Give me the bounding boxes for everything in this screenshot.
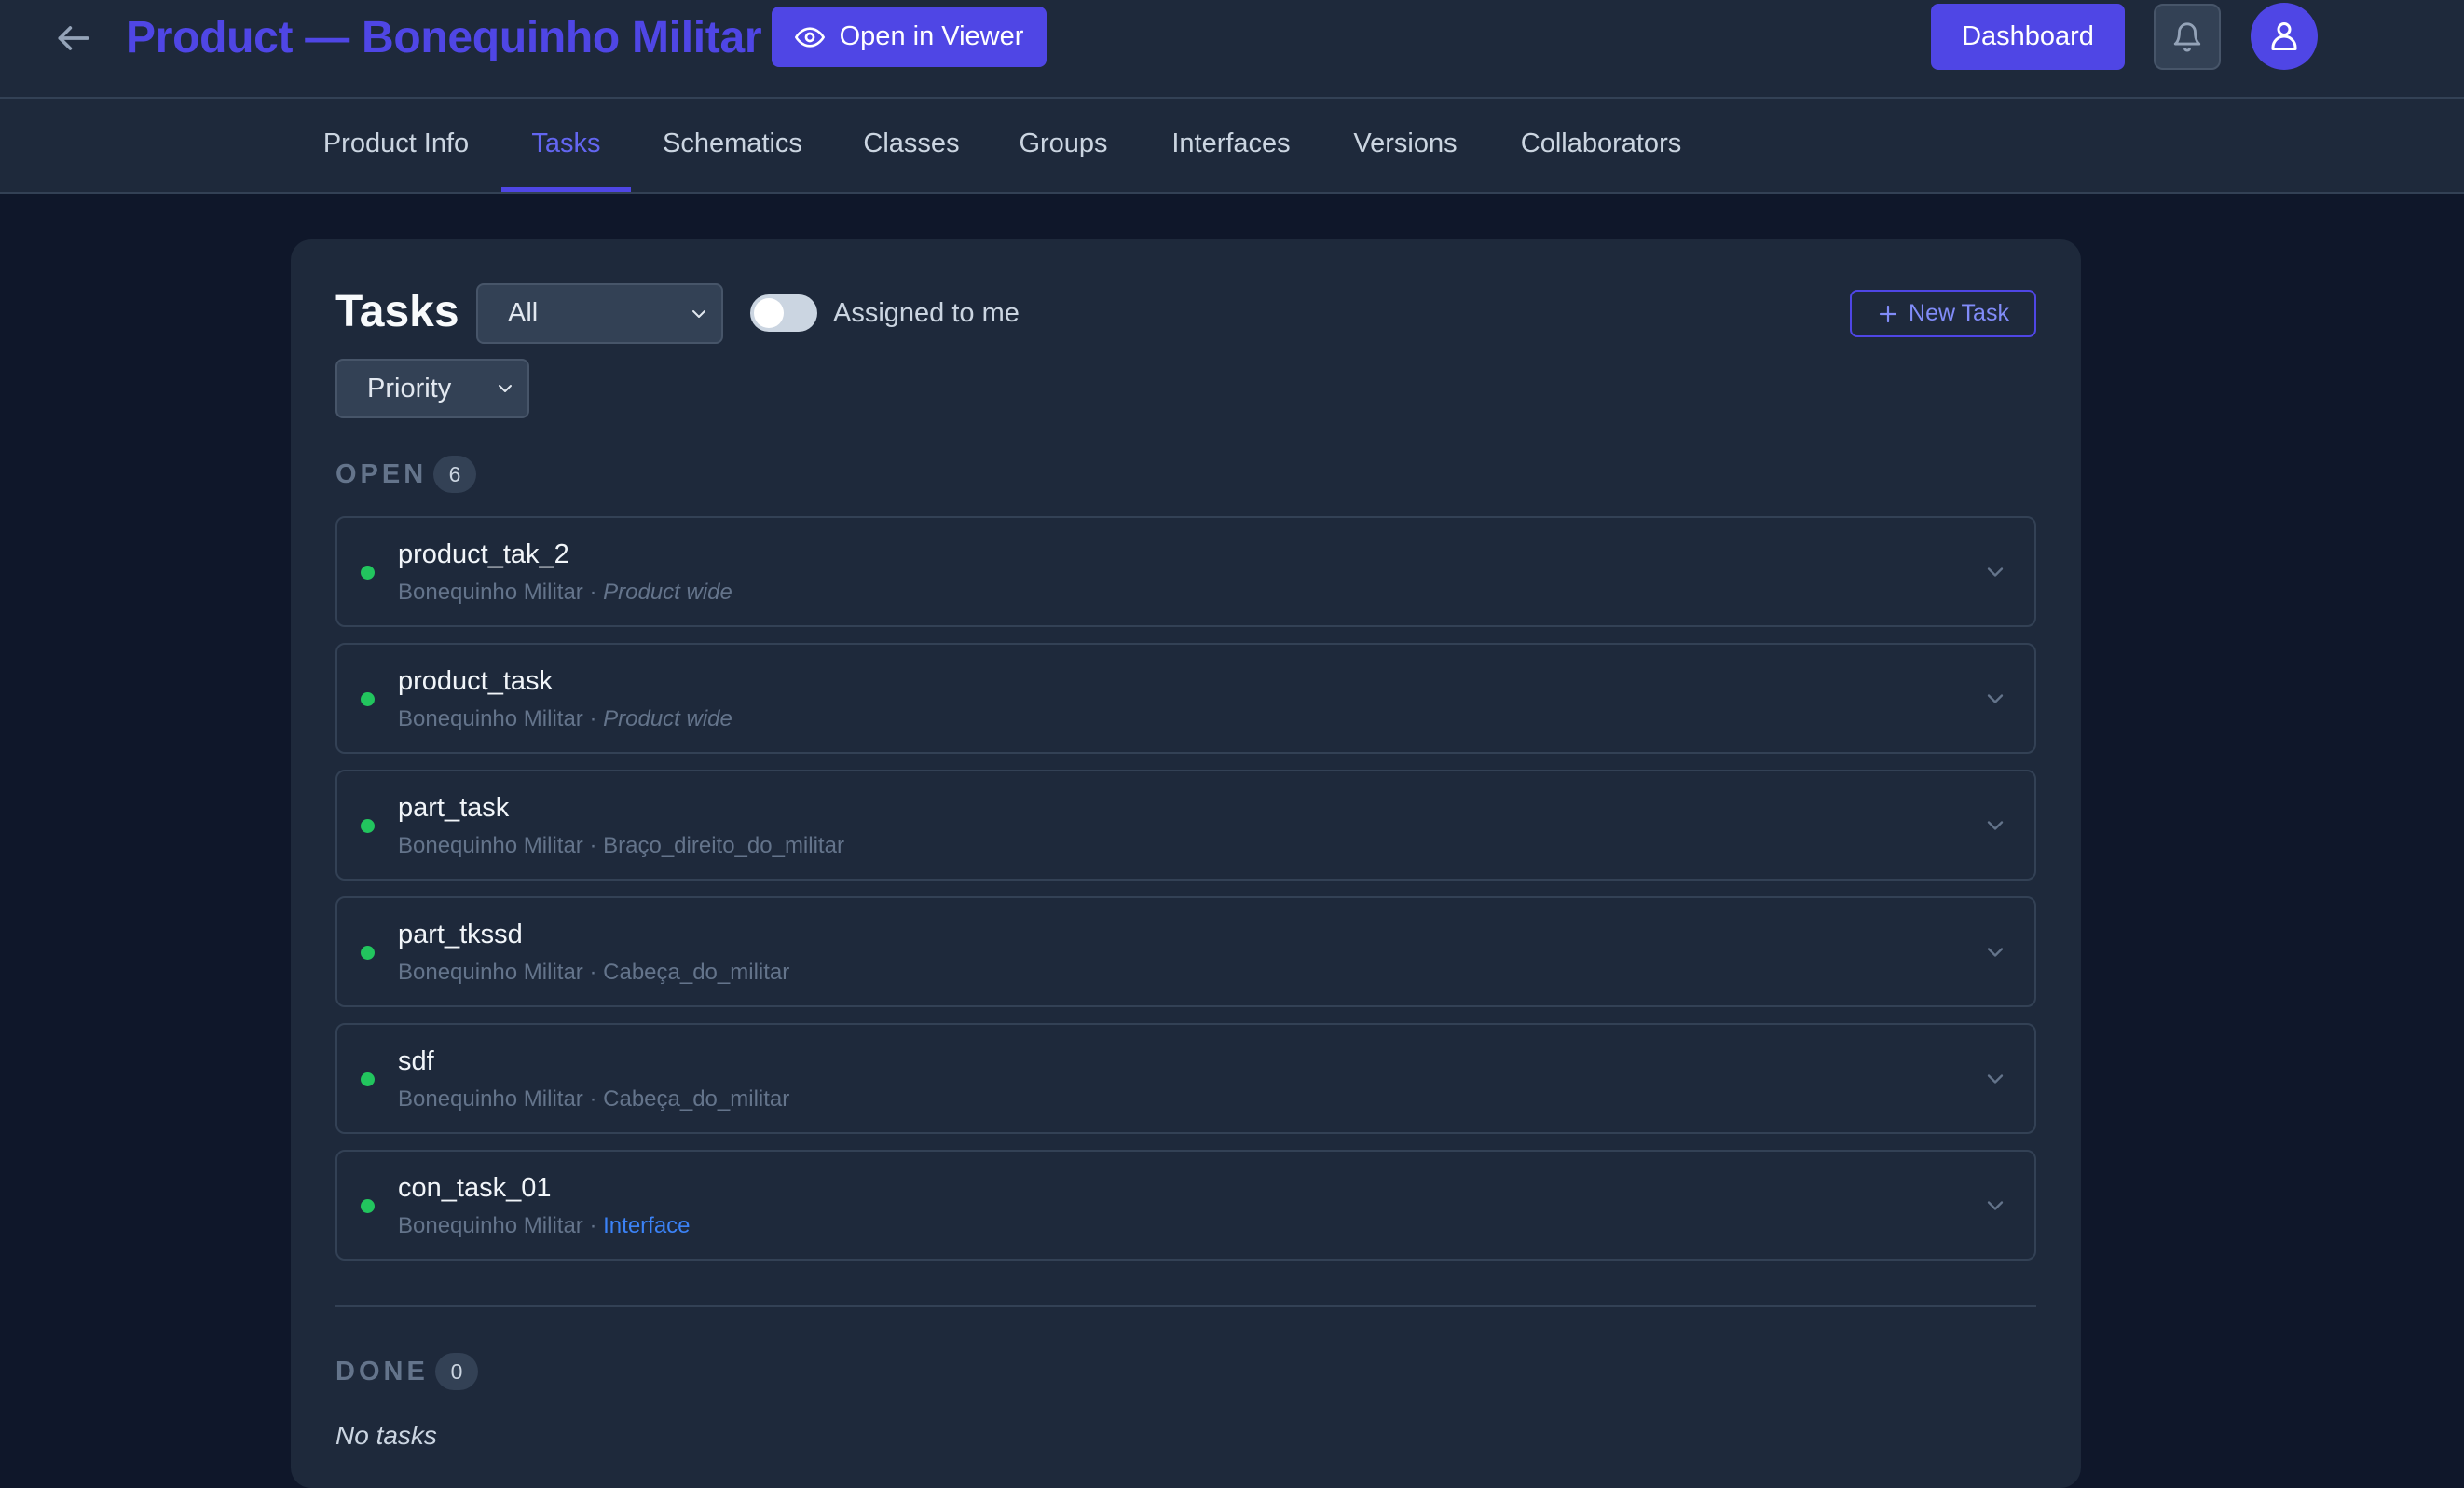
tab-bar: Product Info Tasks Schematics Classes Gr…: [0, 99, 2464, 194]
task-name: product_tak_2: [398, 539, 569, 569]
task-row[interactable]: product_task Bonequinho Militar · Product…: [335, 643, 2036, 754]
task-name: part_tkssd: [398, 920, 523, 949]
open-section-label: OPEN: [335, 459, 428, 489]
notifications-button[interactable]: [2154, 4, 2221, 70]
status-dot: [361, 819, 375, 833]
task-scope: Cabeça_do_militar: [603, 1086, 790, 1112]
meta-separator: ·: [589, 580, 597, 605]
chevron-down-icon[interactable]: [1982, 1066, 2008, 1092]
tab-collaborators[interactable]: Collaborators: [1502, 99, 1700, 192]
open-in-viewer-label: Open in Viewer: [839, 21, 1024, 51]
task-name: con_task_01: [398, 1173, 552, 1203]
done-section-label: DONE: [335, 1357, 429, 1386]
task-product: Bonequinho Militar: [398, 580, 583, 605]
page-title: Product — Bonequinho Militar: [126, 13, 762, 62]
meta-separator: ·: [589, 1086, 597, 1112]
assigned-to-me-toggle[interactable]: [750, 294, 817, 332]
task-row[interactable]: product_tak_2 Bonequinho Militar · Produc…: [335, 516, 2036, 627]
toggle-knob: [754, 298, 784, 328]
chevron-down-icon[interactable]: [1982, 939, 2008, 965]
task-name: part_task: [398, 793, 510, 823]
task-scope: Product wide: [603, 580, 732, 605]
task-scope: Product wide: [603, 706, 732, 731]
new-task-button[interactable]: New Task: [1850, 290, 2036, 337]
task-meta: Bonequinho Militar · Product wide: [398, 578, 732, 607]
tab-interfaces[interactable]: Interfaces: [1154, 99, 1308, 192]
status-dot: [361, 946, 375, 960]
tab-product-info[interactable]: Product Info: [308, 99, 485, 192]
user-icon: [2267, 20, 2301, 53]
chevron-down-icon[interactable]: [1982, 686, 2008, 712]
chevron-down-icon[interactable]: [1982, 812, 2008, 839]
status-filter-select[interactable]: All: [476, 283, 723, 344]
task-row[interactable]: part_tkssd Bonequinho Militar · Cabeça_do…: [335, 896, 2036, 1007]
open-count-badge: 6: [433, 456, 476, 493]
task-meta: Bonequinho Militar · Product wide: [398, 704, 732, 734]
eye-icon: [794, 22, 825, 52]
task-name: sdf: [398, 1046, 434, 1076]
tab-tasks[interactable]: Tasks: [501, 99, 631, 192]
user-avatar[interactable]: [2251, 3, 2318, 70]
tab-versions[interactable]: Versions: [1340, 99, 1471, 192]
task-scope[interactable]: Interface: [603, 1213, 690, 1238]
arrow-left-icon: [53, 18, 94, 59]
task-row[interactable]: part_task Bonequinho Militar · Braço_dire…: [335, 770, 2036, 881]
task-scope: Cabeça_do_militar: [603, 960, 790, 985]
done-empty-text: No tasks: [335, 1421, 437, 1450]
status-dot: [361, 1072, 375, 1086]
task-meta: Bonequinho Militar · Interface: [398, 1211, 691, 1241]
task-meta: Bonequinho Militar · Cabeça_do_militar: [398, 1085, 789, 1114]
sort-value: Priority: [367, 373, 452, 403]
meta-separator: ·: [589, 1213, 597, 1238]
open-in-viewer-button[interactable]: Open in Viewer: [772, 7, 1047, 67]
chevron-down-icon: [688, 303, 710, 325]
meta-separator: ·: [589, 833, 597, 858]
bell-icon: [2171, 21, 2203, 53]
meta-separator: ·: [589, 706, 597, 731]
plus-icon: [1877, 303, 1899, 325]
top-bar: Product — Bonequinho Militar Open in Vie…: [0, 0, 2464, 99]
assigned-to-me-label: Assigned to me: [833, 298, 1020, 328]
chevron-down-icon: [494, 377, 516, 400]
status-dot: [361, 692, 375, 706]
task-meta: Bonequinho Militar · Braço_direito_do_mi…: [398, 831, 844, 861]
task-product: Bonequinho Militar: [398, 833, 583, 858]
back-button[interactable]: [48, 13, 99, 63]
status-dot: [361, 566, 375, 580]
task-product: Bonequinho Militar: [398, 1086, 583, 1112]
done-count-badge: 0: [435, 1353, 478, 1390]
open-task-list: product_tak_2 Bonequinho Militar · Produc…: [335, 516, 2036, 1276]
sort-select[interactable]: Priority: [335, 359, 529, 418]
status-filter-value: All: [508, 298, 539, 328]
meta-separator: ·: [589, 960, 597, 985]
section-divider: [335, 1305, 2036, 1307]
task-product: Bonequinho Militar: [398, 1213, 583, 1238]
task-scope: Braço_direito_do_militar: [603, 833, 844, 858]
chevron-down-icon[interactable]: [1982, 1193, 2008, 1219]
tasks-heading: Tasks: [335, 287, 459, 336]
chevron-down-icon[interactable]: [1982, 559, 2008, 585]
task-meta: Bonequinho Militar · Cabeça_do_militar: [398, 958, 789, 988]
tab-classes[interactable]: Classes: [850, 99, 973, 192]
tasks-card: Tasks All Assigned to me New Task Priori…: [291, 239, 2081, 1488]
task-row[interactable]: con_task_01 Bonequinho Militar · Interfac…: [335, 1150, 2036, 1261]
task-row[interactable]: sdf Bonequinho Militar · Cabeça_do_milita…: [335, 1023, 2036, 1134]
task-product: Bonequinho Militar: [398, 960, 583, 985]
tab-schematics[interactable]: Schematics: [647, 99, 818, 192]
new-task-label: New Task: [1909, 300, 2009, 326]
task-name: product_task: [398, 666, 554, 696]
tab-groups[interactable]: Groups: [1005, 99, 1122, 192]
task-product: Bonequinho Militar: [398, 706, 583, 731]
dashboard-button[interactable]: Dashboard: [1931, 4, 2125, 70]
status-dot: [361, 1199, 375, 1213]
